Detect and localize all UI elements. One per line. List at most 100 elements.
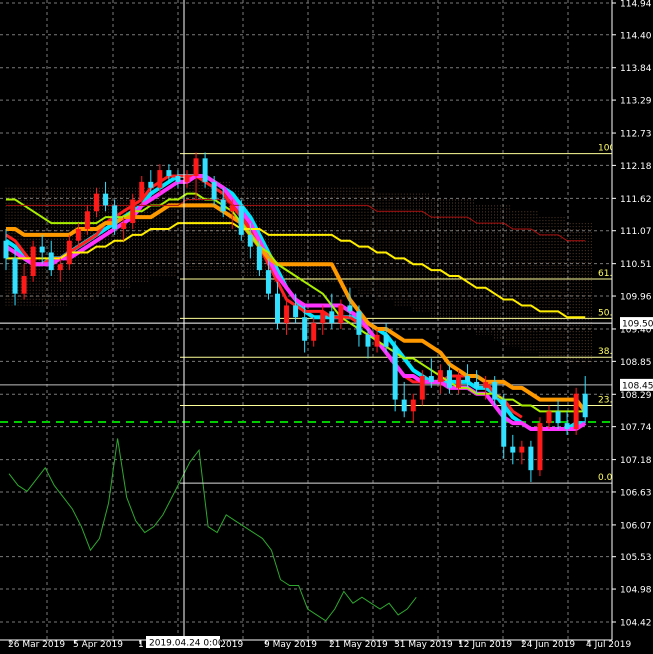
time-tick-label: 1 bbox=[138, 640, 144, 650]
price-tick-label: 111.07 bbox=[620, 227, 652, 237]
candle-body bbox=[3, 240, 9, 259]
candle-body bbox=[48, 252, 54, 271]
price-chart[interactable]: 100.061.850.038.223.60.0 114.94114.40113… bbox=[0, 0, 653, 654]
price-label-current: 108.45 bbox=[622, 381, 653, 391]
crosshair-time-label: 2019.04.24 0:00 bbox=[146, 636, 224, 649]
candle-body bbox=[139, 181, 145, 200]
price-label-level: 109.50 bbox=[622, 320, 653, 330]
candle-body bbox=[564, 423, 570, 430]
price-tick-label: 104.98 bbox=[620, 586, 652, 596]
candle-body bbox=[12, 258, 18, 294]
candle-body bbox=[256, 246, 262, 271]
candle-body bbox=[528, 446, 534, 471]
candle-body bbox=[302, 317, 308, 341]
time-tick-label: 21 May 2019 bbox=[329, 640, 388, 650]
candle-body bbox=[555, 411, 561, 424]
candle-body bbox=[365, 334, 371, 347]
candle-body bbox=[275, 293, 280, 324]
candle-body bbox=[112, 205, 118, 229]
price-tick-label: 111.62 bbox=[620, 195, 652, 205]
candle-body bbox=[175, 175, 181, 182]
price-tick-label: 113.84 bbox=[620, 64, 652, 74]
candle-body bbox=[121, 223, 127, 229]
price-tick-label: 106.63 bbox=[620, 488, 652, 498]
candle-body bbox=[374, 334, 380, 347]
fib-level-label: 0.0 bbox=[598, 473, 613, 483]
candle-body bbox=[392, 346, 398, 400]
price-tick-label: 107.18 bbox=[620, 456, 652, 466]
candle-body bbox=[166, 170, 172, 176]
time-tick-label: 5 Apr 2019 bbox=[73, 640, 123, 650]
candle-body bbox=[347, 305, 353, 312]
time-tick-label: 4 Jul 2019 bbox=[586, 640, 631, 650]
price-tick-label: 114.40 bbox=[620, 31, 652, 41]
crosshair-time-text: 2019.04.24 0:00 bbox=[149, 639, 224, 649]
candle-body bbox=[383, 334, 389, 347]
price-tick-label: 113.29 bbox=[620, 97, 652, 107]
candle-body bbox=[75, 228, 81, 241]
chart-background bbox=[0, 0, 653, 654]
price-tick-label: 105.53 bbox=[620, 553, 652, 563]
candle-body bbox=[437, 370, 443, 382]
candle-body bbox=[202, 158, 208, 182]
price-tick-label: 108.85 bbox=[620, 358, 652, 368]
candle-body bbox=[446, 370, 452, 388]
candle-body bbox=[474, 381, 480, 388]
candle-body bbox=[501, 399, 507, 447]
candle-body bbox=[238, 205, 244, 235]
candle-body bbox=[293, 305, 299, 318]
candle-body bbox=[419, 376, 425, 400]
candle-body bbox=[537, 423, 543, 471]
candle-body bbox=[492, 381, 498, 400]
candle-body bbox=[130, 199, 136, 224]
candle-body bbox=[338, 305, 344, 324]
candle-body bbox=[356, 311, 362, 335]
price-tick-label: 112.73 bbox=[620, 130, 652, 140]
candle-body bbox=[311, 323, 317, 341]
candle-body bbox=[39, 246, 45, 253]
price-tick-label: 114.94 bbox=[620, 0, 652, 10]
price-tick-label: 104.42 bbox=[620, 619, 652, 629]
time-tick-label: 9 May 2019 bbox=[264, 640, 317, 650]
time-tick-label: 31 May 2019 bbox=[394, 640, 453, 650]
candle-body bbox=[193, 158, 199, 176]
candle-body bbox=[284, 305, 290, 324]
price-tick-label: 112.18 bbox=[620, 162, 652, 172]
candle-body bbox=[428, 376, 434, 382]
candle-body bbox=[84, 211, 90, 229]
candle-body bbox=[573, 393, 579, 430]
time-tick-label: 24 Jun 2019 bbox=[521, 640, 575, 650]
price-tick-label: 108.29 bbox=[620, 391, 652, 401]
price-tick-label: 109.96 bbox=[620, 293, 652, 303]
price-tick-label: 106.07 bbox=[620, 521, 652, 531]
candle-body bbox=[157, 170, 163, 188]
candle-body bbox=[148, 181, 154, 188]
candle-body bbox=[21, 276, 27, 294]
candle-body bbox=[483, 381, 489, 388]
price-tick-label: 110.51 bbox=[620, 260, 652, 270]
candle-body bbox=[329, 311, 335, 324]
candle-body bbox=[103, 193, 109, 206]
candle-body bbox=[582, 393, 588, 418]
candle-body bbox=[456, 376, 461, 388]
candle-body bbox=[57, 264, 63, 271]
candle-body bbox=[229, 205, 235, 212]
candle-body bbox=[94, 193, 99, 212]
candle-body bbox=[519, 446, 525, 453]
candle-body bbox=[320, 311, 326, 324]
time-tick-label: 26 Mar 2019 bbox=[8, 640, 65, 650]
candle-body bbox=[510, 446, 516, 453]
candle-body bbox=[211, 181, 217, 200]
time-tick-label: 12 Jun 2019 bbox=[458, 640, 512, 650]
price-tick-label: 107.74 bbox=[620, 423, 652, 433]
candle-body bbox=[401, 399, 407, 412]
candle-body bbox=[184, 175, 190, 182]
candle-body bbox=[465, 376, 471, 382]
candle-body bbox=[265, 270, 271, 294]
candle-body bbox=[410, 399, 416, 412]
candle-body bbox=[247, 234, 253, 247]
candle-body bbox=[66, 240, 72, 265]
candle-body bbox=[546, 411, 552, 424]
candle-body bbox=[220, 199, 226, 212]
candle-body bbox=[30, 246, 36, 277]
